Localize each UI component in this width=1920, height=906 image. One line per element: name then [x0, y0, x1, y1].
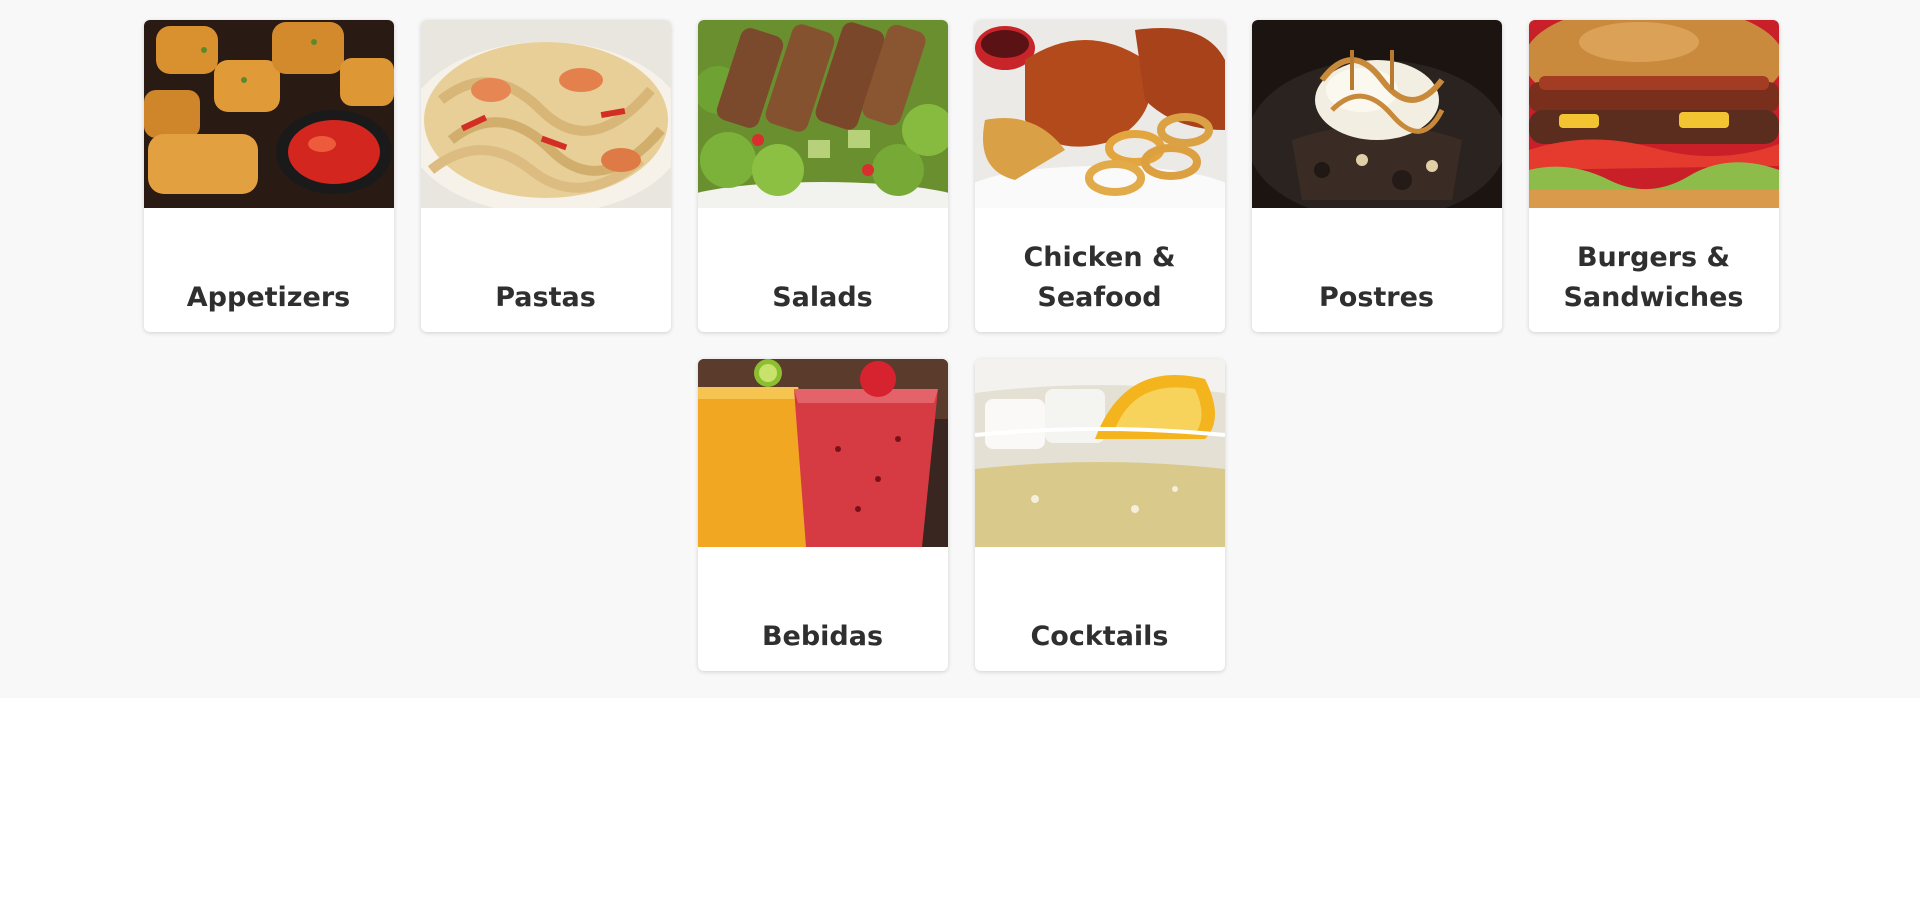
category-card-bebidas[interactable]: Bebidas — [697, 359, 948, 671]
pasta-photo — [420, 20, 671, 208]
category-label: Pastas — [495, 282, 596, 313]
dessert-photo — [1251, 20, 1502, 208]
category-card-burgers-sandwiches[interactable]: Burgers & Sandwiches — [1528, 20, 1779, 332]
category-card-chicken-seafood[interactable]: Chicken & Seafood — [974, 20, 1225, 332]
salad-photo — [697, 20, 948, 208]
category-label: Chicken & Seafood — [1023, 242, 1176, 313]
category-label: Bebidas — [761, 621, 884, 652]
category-card-appetizers[interactable]: Appetizers — [143, 20, 394, 332]
category-label: Cocktails — [1030, 621, 1169, 652]
category-card-postres[interactable]: Postres — [1251, 20, 1502, 332]
category-card-salads[interactable]: Salads — [697, 20, 948, 332]
category-label: Burgers & Sandwiches — [1563, 242, 1744, 313]
drinks-photo — [697, 359, 948, 547]
menu-categories-section: Appetizers Pastas Salads Chicken & Seafo… — [0, 0, 1920, 698]
burger-photo — [1528, 20, 1779, 208]
category-card-cocktails[interactable]: Cocktails — [974, 359, 1225, 671]
chicken-seafood-photo — [974, 20, 1225, 208]
category-label: Postres — [1318, 282, 1434, 313]
category-label: Appetizers — [186, 282, 351, 313]
category-card-pastas[interactable]: Pastas — [420, 20, 671, 332]
cocktail-photo — [974, 359, 1225, 547]
category-label: Salads — [772, 282, 873, 313]
appetizers-photo — [143, 20, 394, 208]
category-grid: Appetizers Pastas Salads Chicken & Seafo… — [143, 20, 1779, 671]
